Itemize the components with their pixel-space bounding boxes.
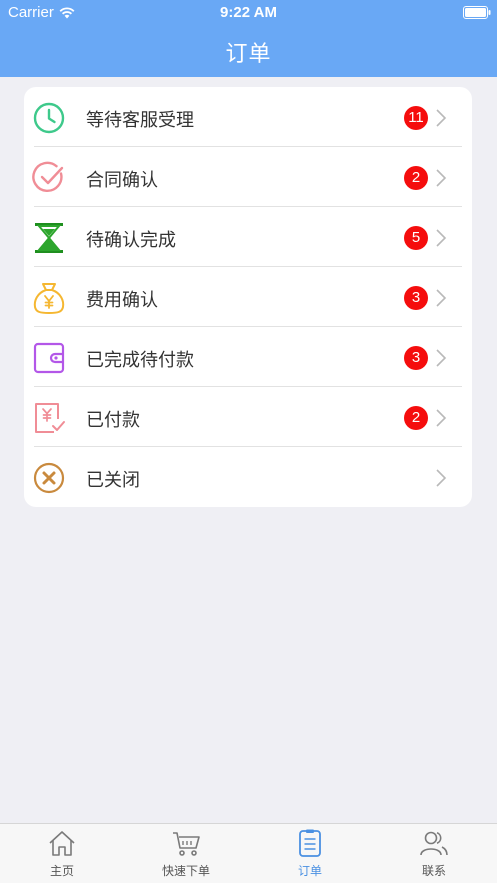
order-row-label: 费用确认	[86, 290, 158, 311]
page-title: 订单	[225, 42, 272, 67]
count-badge: 11	[404, 106, 428, 130]
order-row-awaiting-completion[interactable]: 待确认完成 5	[24, 207, 472, 267]
clock-icon	[33, 102, 65, 134]
order-row-pending-service[interactable]: 等待客服受理 11	[24, 87, 472, 147]
order-row-label: 待确认完成	[86, 230, 176, 251]
count-badge: 5	[404, 226, 428, 250]
order-row-label: 合同确认	[86, 170, 158, 191]
order-screen: Carrier 9:22 AM 订单 等待客服受理 11 合同确认 2 待确认完…	[0, 0, 497, 883]
chevron-right-icon	[436, 289, 447, 307]
chevron-right-icon	[436, 109, 447, 127]
chevron-right-icon	[436, 349, 447, 367]
close-circle-icon	[33, 462, 65, 494]
status-time: 9:22 AM	[220, 4, 277, 21]
tab-orders[interactable]: 订单	[248, 824, 372, 883]
tab-label: 快速下单	[161, 864, 210, 878]
cart-icon	[173, 832, 200, 856]
order-row-label: 已关闭	[86, 470, 140, 491]
tab-quick-order[interactable]: 快速下单	[124, 824, 248, 883]
money-bag-icon	[33, 283, 65, 314]
status-bar: Carrier 9:22 AM	[0, 0, 497, 26]
paid-receipt-icon	[35, 403, 65, 433]
tab-bar: 主页 快速下单 订单 联系	[0, 823, 497, 883]
header: Carrier 9:22 AM 订单	[0, 0, 497, 77]
wallet-icon	[33, 342, 65, 374]
order-row-contract-confirm[interactable]: 合同确认 2	[24, 147, 472, 207]
chevron-right-icon	[436, 169, 447, 187]
order-row-label: 已完成待付款	[86, 350, 194, 371]
tab-label: 主页	[49, 864, 74, 878]
count-badge: 3	[404, 286, 428, 310]
order-row-label: 已付款	[86, 410, 140, 431]
count-badge: 2	[404, 406, 428, 430]
count-badge: 3	[404, 346, 428, 370]
order-row-paid[interactable]: 已付款 2	[24, 387, 472, 447]
tab-label: 订单	[297, 864, 322, 878]
order-row-fee-confirm[interactable]: 费用确认 3	[24, 267, 472, 327]
check-circle-icon	[32, 161, 64, 193]
tab-label: 联系	[421, 864, 446, 878]
battery-icon	[463, 6, 491, 19]
chevron-right-icon	[436, 409, 447, 427]
chevron-right-icon	[436, 469, 447, 487]
order-row-closed[interactable]: 已关闭	[24, 447, 472, 507]
tab-home[interactable]: 主页	[0, 824, 124, 883]
order-row-completed-unpaid[interactable]: 已完成待付款 3	[24, 327, 472, 387]
order-list-icon	[299, 829, 321, 857]
hourglass-icon	[35, 223, 63, 253]
order-status-list: 等待客服受理 11 合同确认 2 待确认完成 5 费用确认 3 已完成待付款 3…	[24, 87, 472, 507]
contacts-icon	[420, 831, 448, 856]
home-icon	[49, 831, 75, 856]
chevron-right-icon	[436, 229, 447, 247]
tab-contacts[interactable]: 联系	[372, 824, 496, 883]
count-badge: 2	[404, 166, 428, 190]
order-row-label: 等待客服受理	[86, 110, 194, 131]
